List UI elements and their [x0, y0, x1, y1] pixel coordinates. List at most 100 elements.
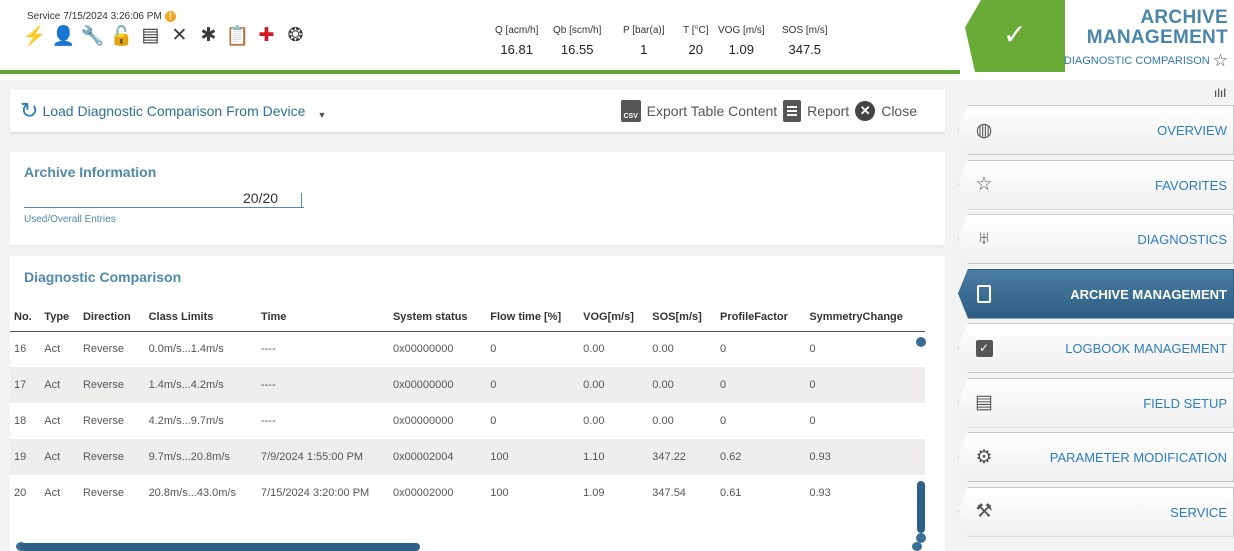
- table-row[interactable]: 18 Act Reverse 4.2m/s...9.7m/s ---- 0x00…: [10, 403, 925, 439]
- clipboard-icon[interactable]: 📋: [226, 24, 250, 47]
- measurement-q: Q [acm/h] 16.81: [495, 25, 539, 57]
- medical-cross-icon[interactable]: ✚: [255, 24, 278, 47]
- nav-item-diagnostics[interactable]: ♅ DIAGNOSTICS: [958, 214, 1234, 264]
- table-cell: 347.54: [652, 487, 686, 499]
- table-cell: 0.00: [648, 367, 717, 403]
- column-header[interactable]: Type: [40, 303, 79, 332]
- table-cell: Act: [44, 415, 61, 427]
- column-header[interactable]: System status: [388, 303, 487, 332]
- diagnostic-table: No. Type Direction Class Limits Time Sys…: [10, 303, 925, 511]
- table-cell: 0.0m/s...1.4m/s: [148, 343, 224, 356]
- scroll-up-icon[interactable]: [916, 337, 926, 347]
- diagnostic-comparison-panel: Diagnostic Comparison No. Type Direction…: [10, 256, 945, 551]
- table-cell: 17: [10, 367, 41, 403]
- table-cell: ----: [260, 343, 276, 356]
- column-header[interactable]: SOS[m/s]: [648, 303, 717, 332]
- table-cell: 0: [809, 343, 816, 356]
- scroll-right-icon[interactable]: [912, 542, 922, 551]
- table-row[interactable]: 17 Act Reverse 1.4m/s...4.2m/s ---- 0x00…: [10, 367, 925, 403]
- column-header[interactable]: Direction: [78, 303, 145, 332]
- page-subtitle: DIAGNOSTIC COMPARISON: [1063, 55, 1210, 67]
- table-row[interactable]: 20 Act Reverse 20.8m/s...43.0m/s 7/15/20…: [10, 475, 925, 511]
- status-ok-tab[interactable]: ✓: [965, 0, 1065, 72]
- table-row[interactable]: 16 Act Reverse 0.0m/s...1.4m/s ---- 0x00…: [10, 331, 925, 367]
- measurement-t: T [°C] 20: [683, 25, 709, 57]
- nav-item-parameter-modification[interactable]: ⚙ PARAMETER MODIFICATION: [958, 432, 1234, 482]
- entries-value: 20/20: [243, 190, 279, 206]
- table-cell: 0: [490, 343, 497, 356]
- column-header[interactable]: VOG[m/s]: [579, 303, 649, 332]
- chevron-down-icon[interactable]: ▼: [317, 110, 326, 120]
- datetime-label: 7/15/2024 3:26:06 PM: [63, 11, 162, 22]
- table-cell: 1.09: [583, 487, 605, 499]
- table-cell: 0.93: [805, 439, 925, 475]
- export-table-button[interactable]: Export Table Content: [647, 103, 778, 119]
- nav-item-logbook-management[interactable]: ✓ LOGBOOK MANAGEMENT: [958, 323, 1234, 373]
- wrench-disabled-icon: 🔧: [80, 25, 105, 47]
- table-cell: 0.00: [579, 367, 649, 403]
- measurement-qb: Qb [scm/h] 16.55: [553, 25, 602, 57]
- signal-icon[interactable]: ılıl: [1214, 86, 1226, 100]
- table-cell: ----: [256, 367, 389, 403]
- top-bar: Service 7/15/2024 3:26:06 PM ! ⚡ 👤 🔧 🔓 ▤…: [0, 0, 1234, 80]
- entries-label: Used/Overall Entries: [24, 214, 116, 225]
- plug-icon[interactable]: ⚡: [23, 24, 47, 47]
- nav-item-service[interactable]: ⚒ SERVICE: [958, 486, 1234, 537]
- column-header[interactable]: ProfileFactor: [716, 303, 806, 332]
- table-cell: 16: [14, 343, 27, 356]
- table-cell: 0.61: [720, 487, 742, 499]
- load-diagnostic-label: Load Diagnostic Comparison From Device: [42, 103, 306, 119]
- table-cell: Reverse: [78, 367, 145, 403]
- column-header[interactable]: Class Limits: [144, 303, 257, 332]
- favorite-star-icon[interactable]: ☆: [1213, 51, 1228, 71]
- measurement-sos: SOS [m/s] 347.5: [782, 25, 828, 57]
- report-icon[interactable]: [783, 100, 802, 122]
- table-row[interactable]: 19 Act Reverse 9.7m/s...20.8m/s 7/9/2024…: [10, 439, 925, 475]
- horizontal-scrollbar[interactable]: [16, 542, 922, 551]
- table-cell: 0x00000000: [392, 343, 454, 356]
- close-button[interactable]: Close: [881, 103, 917, 119]
- page-title-block: ARCHIVE MANAGEMENT DIAGNOSTIC COMPARISON…: [1064, 8, 1228, 71]
- checkmark-icon: ✓: [1003, 19, 1027, 50]
- nav-item-field-setup[interactable]: ▤ FIELD SETUP: [958, 377, 1234, 428]
- table-cell: 20: [14, 487, 27, 499]
- units-icon[interactable]: ✕: [168, 24, 191, 47]
- nav-item-favorites[interactable]: ☆ FAVORITES: [958, 159, 1234, 210]
- meter-icon[interactable]: ▤: [139, 24, 162, 47]
- vertical-scroll-thumb[interactable]: [917, 481, 925, 533]
- table-cell: 0.93: [809, 487, 831, 499]
- warning-icon[interactable]: !: [164, 11, 176, 22]
- page-subtitle-row: DIAGNOSTIC COMPARISON ☆: [1064, 51, 1228, 71]
- report-button[interactable]: Report: [807, 103, 849, 119]
- column-header[interactable]: SymmetryChange: [805, 303, 925, 332]
- toolbar-actions: CSV Export Table Content Report ✕ Close: [620, 100, 917, 122]
- column-header[interactable]: Time: [256, 303, 389, 332]
- user-icon[interactable]: 👤: [52, 24, 76, 47]
- table-cell: 0: [490, 415, 497, 427]
- table-cell: 1.10: [579, 439, 649, 475]
- award-icon[interactable]: ❂: [284, 24, 307, 47]
- archive-information-title: Archive Information: [24, 164, 157, 180]
- wrench-icon: ⚒: [975, 501, 993, 522]
- csv-icon[interactable]: CSV: [620, 100, 641, 122]
- asterisk-icon[interactable]: ✱: [197, 24, 220, 47]
- column-header[interactable]: No.: [10, 303, 41, 332]
- table-cell: 100: [486, 439, 580, 475]
- load-diagnostic-button[interactable]: ↻ Load Diagnostic Comparison From Device…: [20, 98, 326, 123]
- column-header[interactable]: Flow time [%]: [486, 303, 580, 332]
- refresh-icon: ↻: [20, 98, 39, 123]
- page-title-line2: MANAGEMENT: [1086, 27, 1228, 48]
- nav-item-archive-management[interactable]: ARCHIVE MANAGEMENT: [958, 268, 1234, 319]
- table-cell: 0x00002004: [388, 439, 487, 475]
- lock-icon[interactable]: 🔓: [110, 24, 134, 47]
- entries-tick: [299, 193, 302, 208]
- entries-underline: [24, 207, 304, 208]
- close-icon[interactable]: ✕: [855, 101, 876, 121]
- vertical-scrollbar[interactable]: [913, 333, 929, 551]
- star-icon: ☆: [975, 174, 993, 195]
- globe-icon: ◍: [975, 119, 993, 141]
- horizontal-scroll-thumb[interactable]: [20, 543, 420, 551]
- table-cell: 7/9/2024 1:55:00 PM: [256, 439, 389, 475]
- side-navigation: ◍ OVERVIEW ☆ FAVORITES ♅ DIAGNOSTICS ARC…: [958, 105, 1234, 541]
- nav-item-overview[interactable]: ◍ OVERVIEW: [958, 105, 1234, 155]
